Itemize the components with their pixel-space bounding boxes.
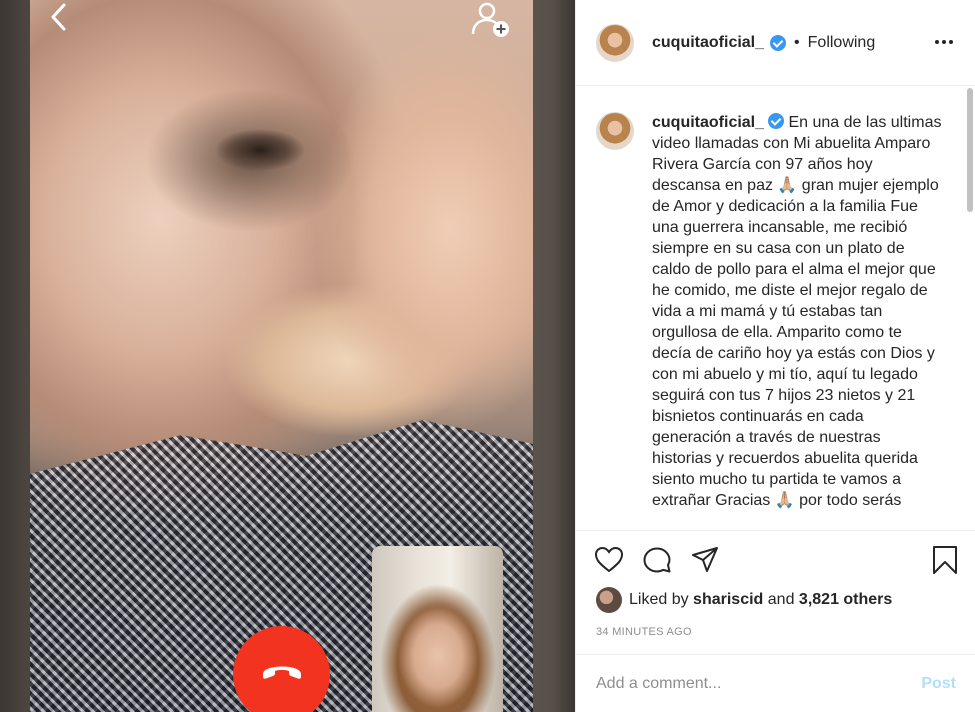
- liked-by-user-link[interactable]: shariscid: [693, 591, 763, 609]
- caption-area[interactable]: cuquitaoficial_ En una de las ultimas vi…: [576, 86, 968, 530]
- add-person-icon[interactable]: [468, 0, 512, 38]
- share-icon[interactable]: [690, 545, 720, 575]
- avatar[interactable]: [596, 23, 634, 62]
- caption-row: cuquitaoficial_ En una de las ultimas vi…: [576, 86, 968, 511]
- username-link[interactable]: cuquitaoficial_: [652, 34, 764, 52]
- header-user: cuquitaoficial_ • Following: [652, 34, 875, 52]
- post-header: cuquitaoficial_ • Following: [576, 0, 975, 86]
- self-view-thumbnail[interactable]: [372, 546, 503, 712]
- caption-scrollbar[interactable]: [967, 88, 973, 212]
- likes-connector: and: [767, 591, 795, 608]
- avatar[interactable]: [596, 112, 634, 150]
- comment-input[interactable]: [596, 675, 922, 693]
- post-timestamp[interactable]: 34 MINUTES AGO: [596, 626, 692, 638]
- separator-dot: •: [794, 33, 800, 51]
- caption-text: cuquitaoficial_ En una de las ultimas vi…: [652, 112, 942, 511]
- more-icon[interactable]: [935, 34, 955, 50]
- verified-icon: [770, 34, 787, 51]
- likes-summary: Liked by shariscid and 3,821 others: [596, 587, 892, 613]
- comment-box: Post: [576, 654, 975, 712]
- post-panel: cuquitaoficial_ • Following cuquitaofici…: [575, 0, 975, 712]
- verified-icon: [768, 113, 785, 129]
- likes-count-link[interactable]: 3,821 others: [799, 591, 892, 609]
- end-call-button[interactable]: [233, 626, 330, 712]
- likes-prefix: Liked by: [629, 591, 689, 608]
- avatar[interactable]: [596, 587, 622, 613]
- post-comment-button[interactable]: Post: [921, 675, 956, 693]
- heart-icon[interactable]: [594, 545, 624, 575]
- back-icon[interactable]: [44, 2, 74, 32]
- caption-body: En una de las ultimas video llamadas con…: [652, 114, 942, 509]
- comment-icon[interactable]: [642, 545, 672, 575]
- post-media[interactable]: [0, 0, 575, 712]
- caption-username-link[interactable]: cuquitaoficial_: [652, 114, 764, 131]
- post-actions: Liked by shariscid and 3,821 others 34 M…: [576, 530, 975, 712]
- bookmark-icon[interactable]: [930, 545, 960, 575]
- action-icons: [576, 531, 975, 587]
- end-call-icon: [262, 666, 301, 679]
- following-button[interactable]: Following: [808, 34, 876, 52]
